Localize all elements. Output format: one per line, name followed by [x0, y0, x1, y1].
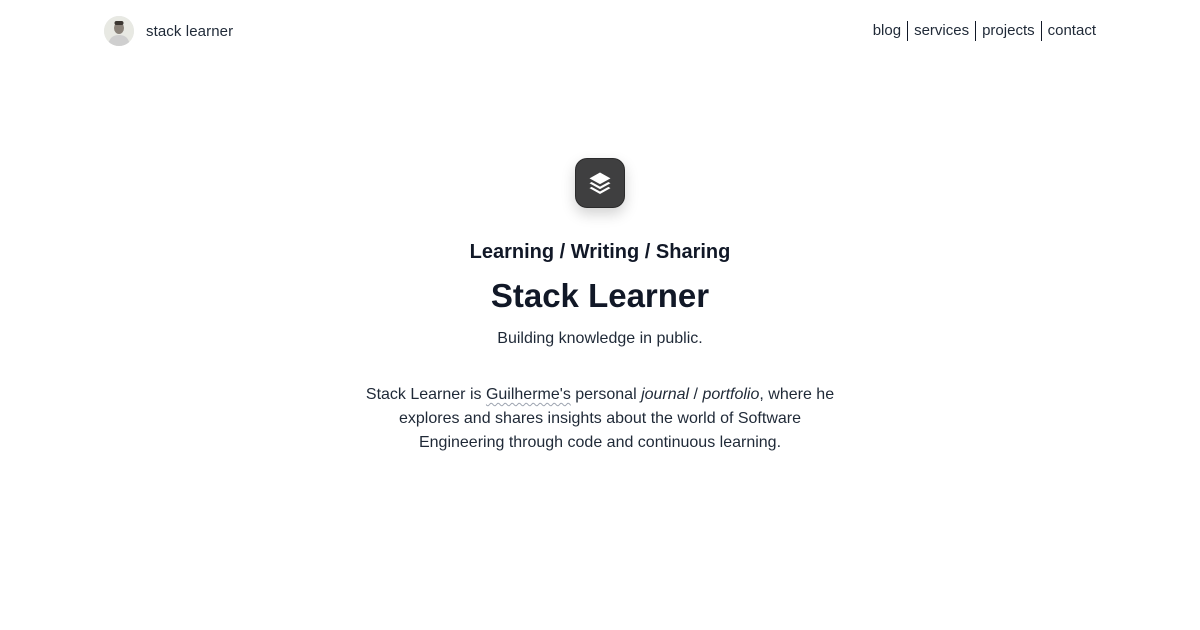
nav-link-projects[interactable]: projects — [976, 21, 1041, 41]
description-emphasis: journal — [641, 386, 690, 403]
description-text: / — [689, 386, 703, 403]
brand-name: stack learner — [146, 22, 234, 40]
description-text: Stack Learner is — [365, 386, 486, 403]
nav-link-services[interactable]: services — [908, 21, 975, 41]
brand-link[interactable]: stack learner — [104, 16, 233, 46]
app-logo — [575, 158, 625, 208]
main-nav: blog services projects contact — [867, 21, 1096, 41]
tagline: Learning / Writing / Sharing — [469, 241, 731, 263]
layers-icon — [589, 172, 611, 194]
description-emphasis: portfolio — [702, 386, 760, 403]
nav-link-blog[interactable]: blog — [867, 21, 907, 41]
page-title: Stack Learner — [490, 277, 710, 314]
author-name: Guilherme's — [485, 386, 571, 403]
description-text: personal — [570, 386, 642, 403]
site-header: stack learner blog services projects con… — [0, 0, 1200, 62]
nav-link-contact[interactable]: contact — [1042, 21, 1096, 41]
description: Stack Learner is Guilherme's personal jo… — [355, 383, 845, 455]
avatar — [104, 16, 134, 46]
subtitle: Building knowledge in public. — [497, 330, 703, 347]
